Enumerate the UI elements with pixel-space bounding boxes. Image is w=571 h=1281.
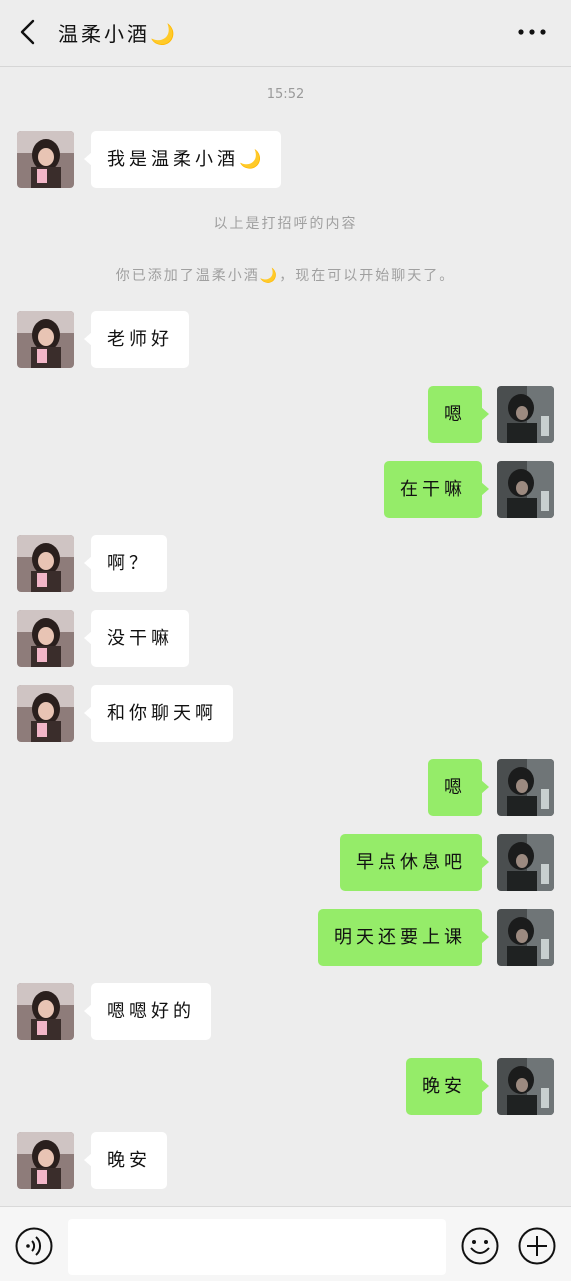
chat-title: 温柔小酒🌙 bbox=[58, 22, 178, 46]
message-bubble-received[interactable]: 晚安 bbox=[84, 1132, 167, 1189]
user-avatar[interactable] bbox=[497, 386, 554, 443]
user-avatar[interactable] bbox=[497, 461, 554, 518]
message-bubble-sent[interactable]: 晚安 bbox=[406, 1058, 489, 1115]
emoji-icon[interactable] bbox=[460, 1226, 500, 1266]
message-bubble-received[interactable]: 没干嘛 bbox=[84, 610, 189, 667]
message-bubble-received[interactable]: 和你聊天啊 bbox=[84, 685, 233, 742]
contact-avatar[interactable] bbox=[17, 610, 74, 667]
contact-avatar[interactable] bbox=[17, 983, 74, 1040]
system-message: 以上是打招呼的内容 bbox=[213, 216, 358, 232]
message-input[interactable] bbox=[68, 1219, 446, 1275]
message-timestamp: 15:52 bbox=[266, 87, 305, 102]
message-bubble-received[interactable]: 老师好 bbox=[84, 311, 189, 368]
input-toolbar bbox=[0, 1206, 571, 1281]
message-bubble-received[interactable]: 啊？ bbox=[84, 535, 167, 592]
message-bubble-sent[interactable]: 在干嘛 bbox=[384, 461, 489, 518]
contact-avatar[interactable] bbox=[17, 1132, 74, 1189]
contact-avatar[interactable] bbox=[17, 311, 74, 368]
chat-message-list[interactable]: 15:52 我是温柔小酒🌙 以上是打招呼的内容 你已添加了温柔小酒🌙，现在可以开… bbox=[0, 67, 571, 1205]
message-bubble-received[interactable]: 嗯嗯好的 bbox=[84, 983, 211, 1040]
user-avatar[interactable] bbox=[497, 759, 554, 816]
voice-icon[interactable] bbox=[14, 1226, 54, 1266]
message-bubble-sent[interactable]: 早点休息吧 bbox=[340, 834, 489, 891]
more-dots-icon[interactable] bbox=[517, 22, 547, 42]
user-avatar[interactable] bbox=[497, 834, 554, 891]
user-avatar[interactable] bbox=[497, 1058, 554, 1115]
message-bubble-received[interactable]: 我是温柔小酒🌙 bbox=[83, 131, 282, 188]
plus-icon[interactable] bbox=[517, 1226, 557, 1266]
back-arrow-icon[interactable] bbox=[14, 17, 44, 47]
user-avatar[interactable] bbox=[497, 909, 554, 966]
contact-avatar[interactable] bbox=[17, 685, 74, 742]
message-bubble-sent[interactable]: 嗯 bbox=[428, 759, 489, 816]
chat-header: 温柔小酒🌙 bbox=[0, 0, 571, 67]
contact-avatar[interactable] bbox=[17, 131, 74, 188]
system-message: 你已添加了温柔小酒🌙，现在可以开始聊天了。 bbox=[115, 268, 456, 284]
contact-avatar[interactable] bbox=[17, 535, 74, 592]
message-bubble-sent[interactable]: 嗯 bbox=[428, 386, 489, 443]
message-bubble-sent[interactable]: 明天还要上课 bbox=[318, 909, 489, 966]
